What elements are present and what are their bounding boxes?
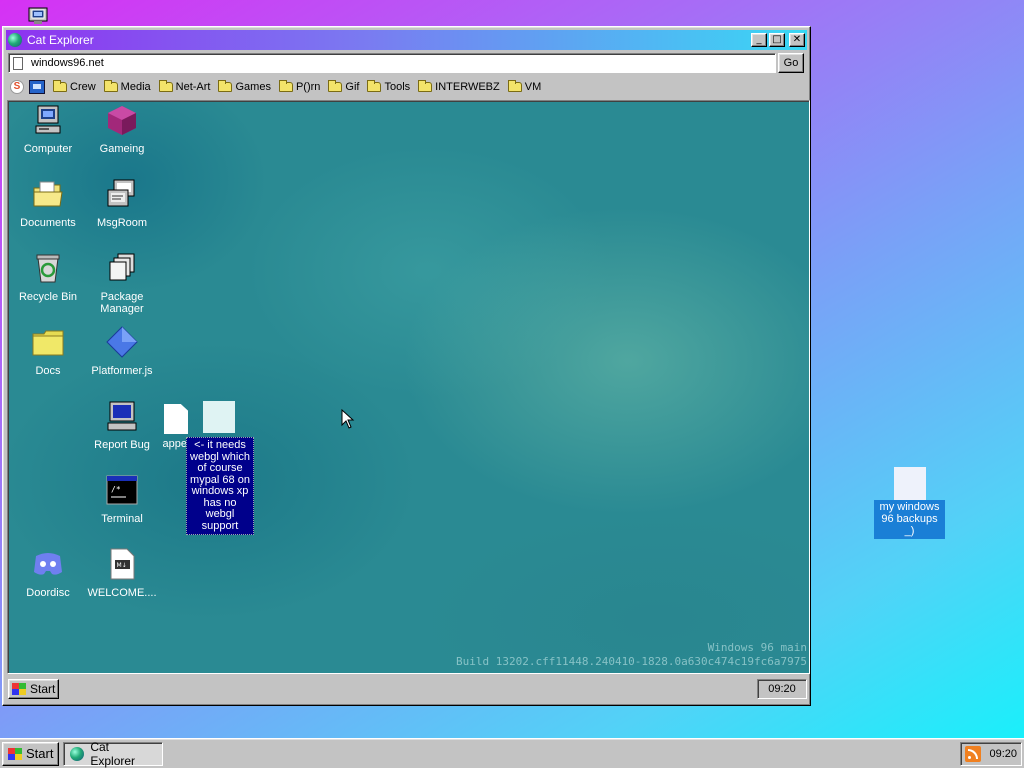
bookmark-vm[interactable]: VM: [507, 79, 541, 93]
build-line-1: Windows 96 main: [707, 641, 807, 654]
clock: 09:20: [989, 747, 1017, 760]
address-bar: windows96.net Go: [6, 51, 806, 75]
monitor-icon[interactable]: [28, 7, 48, 25]
folder-icon: [158, 79, 173, 92]
inner-taskbar: Start 09:20: [6, 676, 809, 702]
window-title: Cat Explorer: [27, 33, 94, 47]
bookmark-net-art[interactable]: Net-Art: [158, 79, 210, 93]
desktop-icon-package-manager[interactable]: Package Manager: [84, 252, 160, 315]
bookmark-porn[interactable]: P()rn: [278, 79, 320, 93]
taskbar-item-cat-explorer[interactable]: Cat Explorer: [63, 740, 164, 768]
desktop-icon-msgroom[interactable]: MsgRoom: [84, 178, 160, 229]
system-tray: 09:20: [960, 741, 1022, 766]
url-text: windows96.net: [31, 57, 104, 69]
minimize-button[interactable]: _: [751, 33, 767, 47]
folder-icon: [53, 79, 67, 92]
inner-clock: 09:20: [757, 679, 807, 699]
msgroom-icon: [107, 179, 135, 207]
webpage-viewport: Computer Documents Recycle Bin Docs Door…: [7, 100, 810, 674]
desktop-icon-platformer[interactable]: Platformer.js: [84, 326, 160, 377]
tooltip: <- it needs webgl which of course mypal …: [186, 437, 254, 535]
desktop-icon-welcome[interactable]: M↓ WELCOME....: [84, 548, 160, 599]
folder-icon: [328, 79, 343, 92]
documents-folder-icon: [33, 181, 63, 207]
blank-image-icon[interactable]: [203, 401, 235, 433]
bookmark-gif[interactable]: Gif: [328, 79, 359, 93]
document-icon: [164, 404, 188, 434]
desktop-icon-recycle-bin[interactable]: Recycle Bin: [10, 252, 86, 303]
package-manager-icon: [109, 253, 135, 281]
title-bar[interactable]: Cat Explorer _ □ ✕: [6, 30, 807, 50]
windows-logo-icon: [8, 747, 22, 760]
discord-icon: [34, 553, 62, 575]
desktop-icon-docs[interactable]: Docs: [10, 326, 86, 377]
markdown-file-icon: M↓: [110, 548, 135, 580]
folder-icon: [367, 79, 382, 92]
cat-explorer-icon: [70, 746, 85, 761]
inner-start-button[interactable]: Start: [8, 679, 60, 699]
start-button[interactable]: Start: [2, 741, 60, 766]
folder-icon: [418, 79, 433, 92]
bookmark-interwebz[interactable]: INTERWEBZ: [418, 79, 500, 93]
folder-icon: [278, 79, 293, 92]
desktop-icon-documents[interactable]: Documents: [10, 178, 86, 229]
desktop-icon-report-bug[interactable]: Report Bug: [84, 400, 160, 451]
bookmark-media[interactable]: Media: [103, 79, 151, 93]
close-button[interactable]: ✕: [789, 33, 805, 47]
desktop-icon-terminal[interactable]: /* Terminal: [84, 474, 160, 525]
windows96-icon[interactable]: [29, 79, 45, 94]
cat-explorer-icon: [8, 33, 22, 47]
recycle-bin-icon: [36, 254, 60, 283]
rss-icon[interactable]: [965, 745, 981, 762]
folder-icon: [218, 79, 233, 92]
diamond-icon: [106, 326, 138, 358]
bookmark-crew[interactable]: Crew: [53, 79, 96, 93]
go-button[interactable]: Go: [778, 53, 804, 73]
folder-icon: [32, 330, 64, 356]
desktop-icon-gameing[interactable]: Gameing: [84, 104, 160, 155]
s-logo-icon[interactable]: S: [10, 79, 24, 94]
cube-icon: [108, 106, 136, 135]
taskbar: Start Cat Explorer 09:20: [0, 738, 1024, 768]
build-line-2: Build 13202.cff11448.240410-1828.0a630c4…: [456, 655, 807, 668]
computer-icon: [35, 105, 61, 134]
cat-explorer-window: Cat Explorer _ □ ✕ windows96.net Go S Cr…: [2, 26, 811, 706]
folder-icon: [507, 79, 522, 92]
desktop-icon-doordisc[interactable]: Doordisc: [10, 548, 86, 599]
desktop-icon-computer[interactable]: Computer: [10, 104, 86, 155]
build-watermark: Windows 96 main Build 13202.cff11448.240…: [456, 641, 807, 669]
bookmark-games[interactable]: Games: [218, 79, 271, 93]
svg-text:M↓: M↓: [117, 562, 127, 569]
svg-text:/*: /*: [111, 485, 121, 494]
bookmark-tools[interactable]: Tools: [367, 79, 410, 93]
report-bug-icon: [107, 401, 137, 431]
page-icon: [13, 57, 23, 70]
mouse-cursor-icon: [341, 409, 355, 429]
file-icon: [893, 467, 926, 500]
url-input[interactable]: windows96.net: [8, 53, 776, 73]
desktop-icon-backups[interactable]: my windows 96 backups _): [874, 467, 945, 539]
terminal-icon: /*: [106, 475, 138, 505]
folder-icon: [103, 79, 118, 92]
windows-logo-icon: [12, 683, 26, 695]
maximize-button[interactable]: □: [769, 33, 785, 47]
bookmarks-bar: S Crew Media Net-Art Games P()rn Gif Too…: [6, 76, 806, 97]
